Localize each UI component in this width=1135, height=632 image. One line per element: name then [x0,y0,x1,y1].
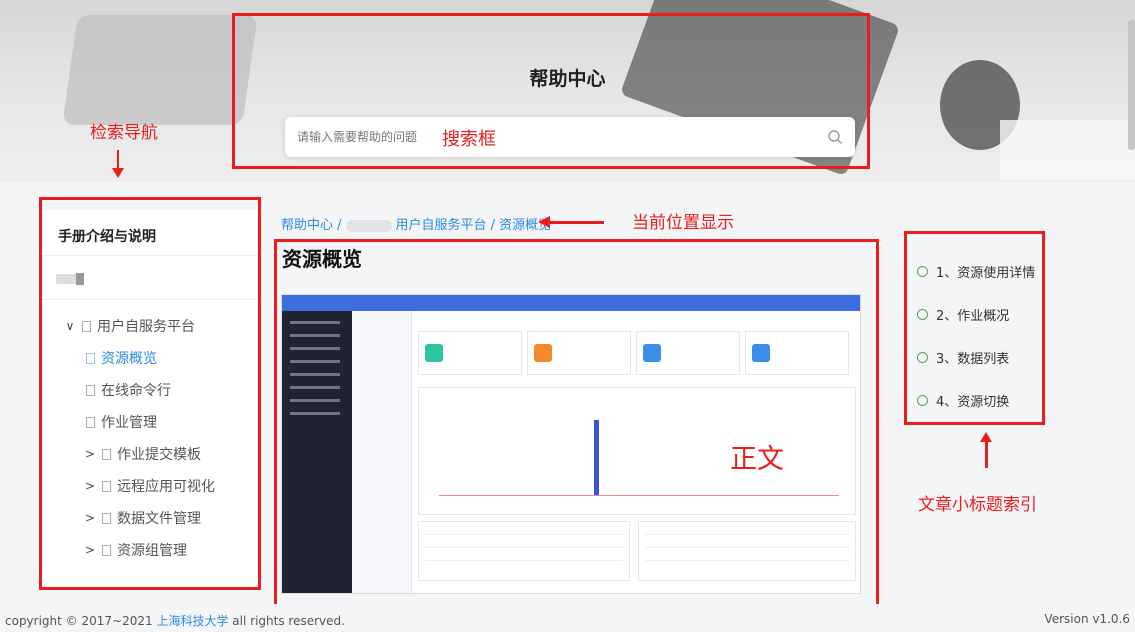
banner-light-area [1000,120,1135,180]
footer: copyright © 2017~2021 上海科技大学 all rights … [0,604,1135,632]
copyright-prefix: copyright © 2017~2021 [5,614,153,628]
breadcrumb-root-link[interactable]: 帮助中心 / [281,218,342,233]
annotation-arrow-left [538,216,604,228]
annotation-box-search [232,13,870,169]
annotation-toc-index: 文章小标题索引 [918,495,1037,515]
annotation-arrow-down [112,150,124,178]
scrollbar[interactable] [1128,20,1135,150]
copyright-suffix: all rights reserved. [232,614,345,628]
annotation-location: 当前位置显示 [632,213,734,233]
annotation-box-body [274,239,879,632]
breadcrumb-path[interactable]: 用户自服务平台 / 资源概览 [396,218,552,233]
copyright: copyright © 2017~2021 上海科技大学 all rights … [5,612,345,629]
annotation-arrow-up [980,432,992,468]
version-label: Version v1.0.6 [1044,612,1130,626]
annotation-box-toc [904,231,1045,425]
org-link[interactable]: 上海科技大学 [156,614,228,628]
annotation-box-nav [39,197,261,590]
breadcrumb-blurred [345,219,392,232]
annotation-nav: 检索导航 [90,123,158,143]
breadcrumb: 帮助中心 / 用户自服务平台 / 资源概览 [281,214,551,233]
